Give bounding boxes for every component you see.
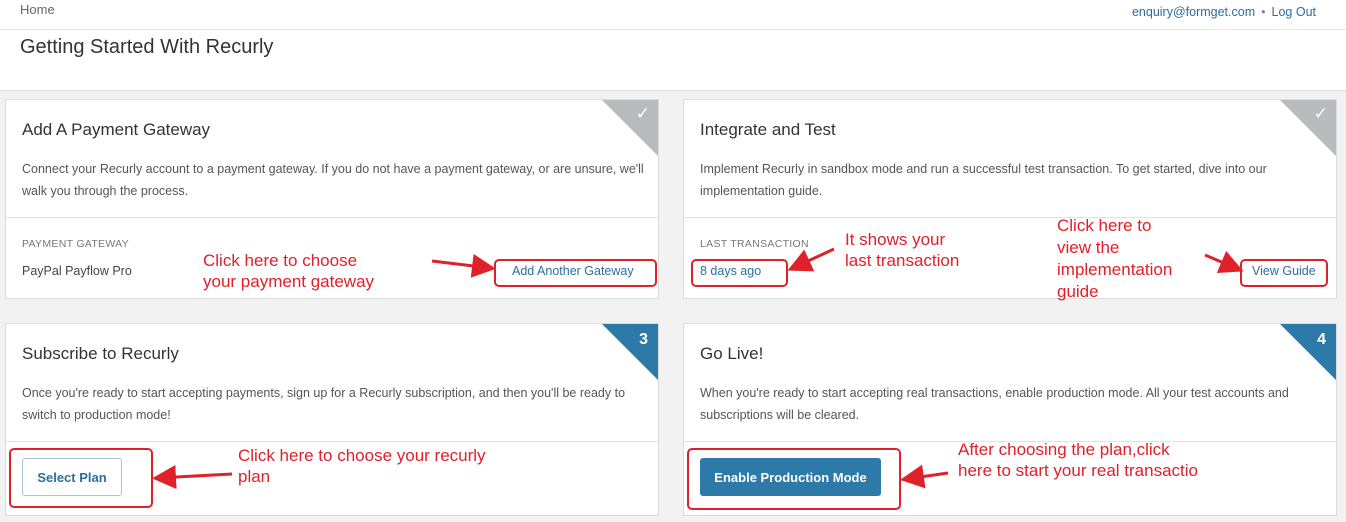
annotation-line: guide [1057, 282, 1099, 301]
annotation-line: implementation [1057, 260, 1173, 279]
annotation-transaction: It shows your last transaction [845, 229, 959, 271]
menu-separator: • [1261, 5, 1266, 19]
highlight-view-guide [1240, 259, 1328, 287]
card-title: Go Live! [700, 344, 764, 363]
card-description: Once you're ready to start accepting pay… [22, 386, 626, 422]
step-badge [1280, 324, 1336, 380]
annotation-line: It shows your [845, 230, 946, 249]
annotation-plan: Click here to choose your recurly plan [238, 445, 486, 487]
checkmark-icon: ✓ [1313, 104, 1328, 123]
annotation-line: view the [1057, 238, 1120, 257]
card-title: Integrate and Test [700, 120, 836, 139]
user-menu: enquiry@formget.com • Log Out [1132, 5, 1316, 19]
gateway-value: PayPal Payflow Pro [22, 264, 132, 278]
highlight-select-plan [9, 448, 153, 508]
highlight-add-gateway [494, 259, 657, 287]
header-divider [0, 29, 1346, 30]
card-description: When you're ready to start accepting rea… [700, 386, 1289, 422]
card-description: Connect your Recurly account to a paymen… [22, 162, 644, 198]
annotation-live: After choosing the plan,click here to st… [958, 439, 1198, 481]
highlight-enable-production [687, 448, 901, 510]
step-number: 3 [639, 331, 648, 348]
card-description: Implement Recurly in sandbox mode and ru… [700, 162, 1267, 198]
annotation-gateway: Click here to choose your payment gatewa… [203, 250, 374, 292]
highlight-last-transaction [691, 259, 788, 287]
card-title: Subscribe to Recurly [22, 344, 179, 363]
field-label: PAYMENT GATEWAY [22, 238, 129, 250]
annotation-line: Click here to choose your recurly [238, 446, 486, 465]
step-badge [602, 324, 658, 380]
annotation-line: Click here to choose [203, 251, 358, 270]
annotation-line: last transaction [845, 251, 960, 270]
checkmark-icon: ✓ [635, 104, 650, 123]
step-number: 4 [1317, 331, 1326, 348]
breadcrumb-home[interactable]: Home [20, 2, 55, 17]
field-label: LAST TRANSACTION [700, 238, 809, 250]
page-title: Getting Started With Recurly [20, 36, 274, 58]
logout-link[interactable]: Log Out [1272, 5, 1316, 19]
card-title: Add A Payment Gateway [22, 120, 211, 139]
user-email-link[interactable]: enquiry@formget.com [1132, 5, 1255, 19]
annotation-line: Click here to [1057, 216, 1152, 235]
annotation-line: After choosing the plan,click [958, 440, 1170, 459]
annotation-guide: Click here to view the implementation gu… [1057, 215, 1172, 303]
top-header: Home enquiry@formget.com • Log Out Getting… [0, 0, 1346, 91]
annotation-line: your payment gateway [203, 272, 375, 291]
annotation-line: plan [238, 467, 271, 486]
annotation-line: here to start your real transactio [958, 461, 1199, 480]
